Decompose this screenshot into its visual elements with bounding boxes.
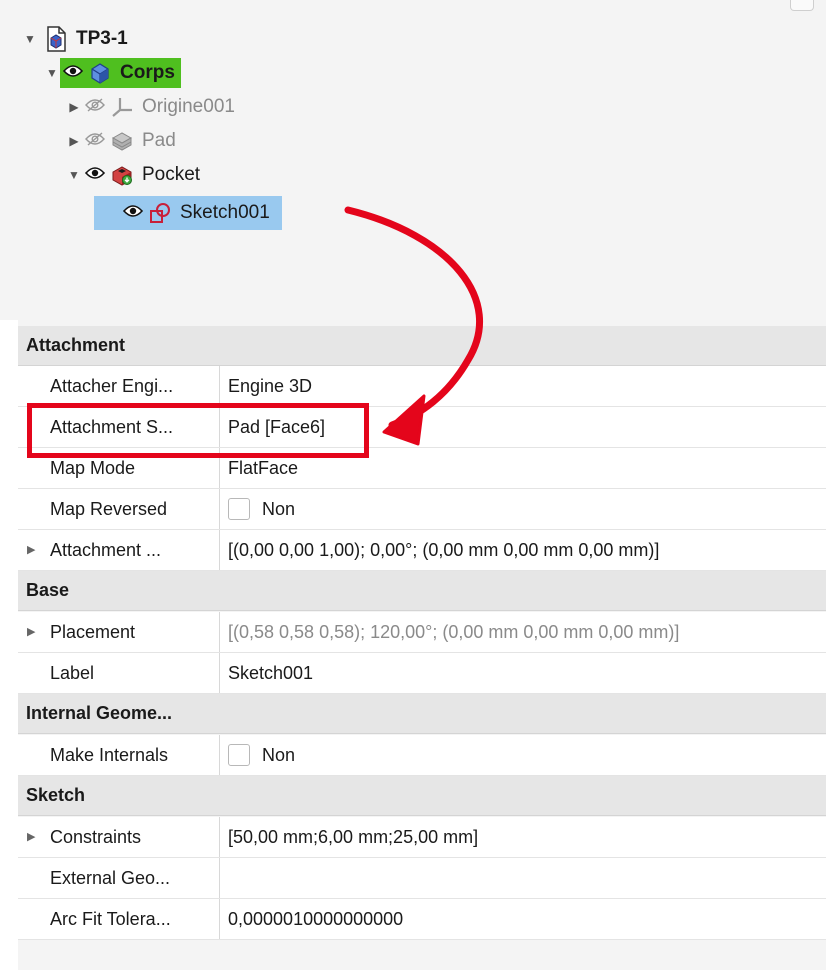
prop-name: External Geo... — [18, 858, 220, 898]
prop-name: Label — [18, 653, 220, 693]
prop-name: ▶ Attachment ... — [18, 530, 220, 570]
prop-row-map-reversed[interactable]: Map Reversed Non — [18, 489, 826, 530]
prop-value[interactable]: Sketch001 — [220, 653, 826, 693]
prop-name: Attacher Engi... — [18, 366, 220, 406]
prop-value[interactable]: [(0,58 0,58 0,58); 120,00°; (0,00 mm 0,0… — [220, 612, 826, 652]
tree-item-tp3[interactable]: ▼ TP3-1 — [22, 22, 128, 56]
prop-name: Arc Fit Tolera... — [18, 899, 220, 939]
prop-name: Make Internals — [18, 735, 220, 775]
eye-icon[interactable] — [60, 63, 86, 83]
tree-item-label: Sketch001 — [180, 202, 270, 223]
expand-arrow-icon[interactable]: ▶ — [27, 530, 35, 570]
tree-item-label: Origine001 — [142, 96, 235, 117]
prop-name: ▶ Placement — [18, 612, 220, 652]
prop-value[interactable] — [220, 858, 826, 898]
tree-item-corps[interactable]: ▼ Corps — [44, 56, 181, 90]
expand-arrow-icon[interactable]: ▶ — [66, 134, 82, 148]
prop-row-make-internals[interactable]: Make Internals Non — [18, 735, 826, 776]
tree-item-label: Pocket — [142, 164, 201, 185]
body-icon — [86, 59, 114, 87]
checkbox[interactable] — [228, 743, 250, 766]
tree-item-pocket[interactable]: ▼ Pocket — [66, 158, 200, 192]
prop-row-placement[interactable]: ▶ Placement [(0,58 0,58 0,58); 120,00°; (… — [18, 612, 826, 653]
tree-item-pad[interactable]: ▶ Pad — [66, 124, 176, 158]
prop-row-attacher-engine[interactable]: Attacher Engi... Engine 3D — [18, 366, 826, 407]
tree-item-label: TP3-1 — [76, 28, 128, 49]
prop-value[interactable]: [(0,00 0,00 1,00); 0,00°; (0,00 mm 0,00 … — [220, 530, 826, 570]
prop-row-label[interactable]: Label Sketch001 — [18, 653, 826, 694]
checkbox-label: Non — [262, 745, 296, 765]
group-attachment[interactable]: Attachment — [18, 326, 826, 366]
prop-row-constraints[interactable]: ▶ Constraints [50,00 mm;6,00 mm;25,00 mm] — [18, 817, 826, 858]
prop-value-checkbox[interactable]: Non — [220, 489, 826, 529]
expand-arrow-icon[interactable]: ▼ — [44, 66, 60, 80]
pocket-icon — [108, 161, 136, 189]
prop-name: Map Reversed — [18, 489, 220, 529]
tree-item-origine[interactable]: ▶ Origine001 — [66, 90, 235, 124]
document-icon — [42, 25, 70, 53]
tree-item-label: Corps — [120, 62, 175, 83]
group-base[interactable]: Base — [18, 571, 826, 611]
eye-hidden-icon[interactable] — [82, 131, 108, 152]
tree-scroll-corner — [790, 0, 814, 11]
tree-item-label: Pad — [142, 130, 176, 151]
highlight-box — [27, 403, 369, 458]
sketch-icon — [146, 199, 174, 227]
pad-icon — [108, 127, 136, 155]
group-label: Attachment — [26, 335, 126, 355]
prop-value-checkbox[interactable]: Non — [220, 735, 826, 775]
axes-icon — [108, 93, 136, 121]
tree-item-sketch[interactable]: Sketch001 — [94, 196, 282, 230]
group-label: Sketch — [26, 785, 86, 805]
eye-hidden-icon[interactable] — [82, 97, 108, 118]
prop-name: ▶ Constraints — [18, 817, 220, 857]
expand-arrow-icon[interactable]: ▶ — [66, 100, 82, 114]
group-internal-geometry[interactable]: Internal Geome... — [18, 694, 826, 734]
checkbox-label: Non — [262, 499, 296, 519]
expand-arrow-icon[interactable]: ▶ — [27, 612, 35, 652]
group-sketch[interactable]: Sketch — [18, 776, 826, 816]
eye-icon[interactable] — [82, 165, 108, 185]
expand-arrow-icon[interactable]: ▼ — [22, 32, 38, 46]
expand-arrow-icon[interactable]: ▶ — [27, 817, 35, 857]
checkbox[interactable] — [228, 497, 250, 520]
prop-value[interactable]: Engine 3D — [220, 366, 826, 406]
expand-arrow-icon[interactable]: ▼ — [66, 168, 82, 182]
prop-value[interactable]: [50,00 mm;6,00 mm;25,00 mm] — [220, 817, 826, 857]
prop-row-attachment-offset[interactable]: ▶ Attachment ... [(0,00 0,00 1,00); 0,00°… — [18, 530, 826, 571]
prop-row-external-geo[interactable]: External Geo... — [18, 858, 826, 899]
prop-value[interactable]: 0,0000010000000000 — [220, 899, 826, 939]
eye-icon[interactable] — [120, 203, 146, 223]
prop-row-arc-fit-tolerance[interactable]: Arc Fit Tolera... 0,0000010000000000 — [18, 899, 826, 940]
group-label: Internal Geome... — [26, 703, 173, 723]
model-tree: ▼ TP3-1 ▼ Corps ▶ Origine001 ▶ Pad ▼ Poc… — [0, 0, 826, 320]
group-label: Base — [26, 580, 70, 600]
